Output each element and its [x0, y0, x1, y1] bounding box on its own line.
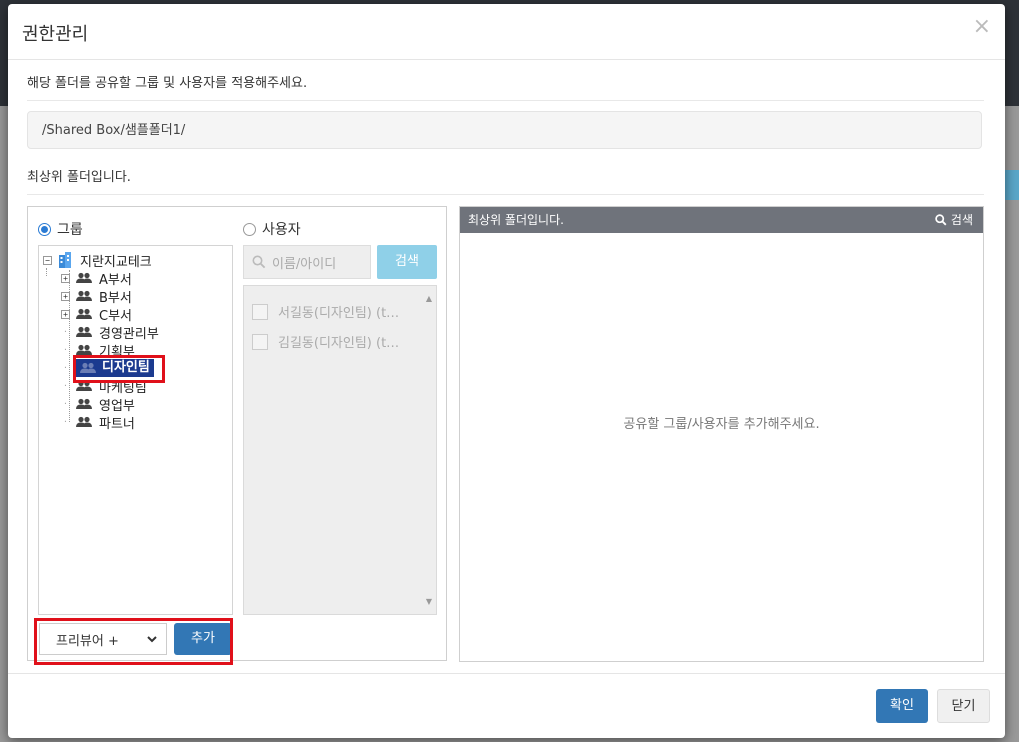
shared-list-panel: 최상위 폴더입니다. 검색 공유할 그룹/사용자를 추가해주세요. [459, 206, 984, 662]
tree-item-label: 경영관리부 [99, 326, 159, 342]
radio-group-option[interactable]: 그룹 [38, 219, 83, 239]
search-icon [252, 255, 266, 269]
highlight-add-controls [34, 618, 233, 665]
expand-icon[interactable]: + [61, 273, 70, 283]
dialog-instruction: 해당 폴더를 공유할 그룹 및 사용자를 적용해주세요. [27, 76, 308, 91]
close-button[interactable]: 닫기 [937, 689, 990, 723]
close-icon[interactable]: × [973, 14, 991, 39]
tree-item-label: A부서 [99, 272, 132, 288]
radio-user-option[interactable]: 사용자 [243, 219, 301, 239]
user-search-input[interactable]: 이름/아이디 [243, 245, 371, 279]
shared-list-header: 최상위 폴더입니다. 검색 [460, 207, 983, 233]
header-search-label: 검색 [950, 213, 973, 227]
tree-item[interactable]: + C부서 [61, 305, 132, 324]
user-label: 서길동(디자인팀) (t… [278, 306, 400, 321]
tree-item-label: 파트너 [99, 416, 135, 432]
radio-unselected-icon[interactable] [243, 222, 256, 236]
tree-item[interactable]: · 파트너 [61, 413, 135, 432]
top-folder-message: 최상위 폴더입니다. [27, 170, 131, 185]
shared-list-title: 최상위 폴더입니다. [468, 213, 564, 227]
tree-item-label: C부서 [99, 308, 132, 324]
users-icon [76, 272, 92, 283]
user-list: 서길동(디자인팀) (t… 김길동(디자인팀) (t… ▲ ▼ [243, 285, 437, 615]
users-icon [76, 416, 92, 427]
users-icon [76, 290, 92, 301]
dialog-title: 권한관리 [22, 24, 89, 45]
user-checkbox[interactable] [252, 333, 268, 350]
building-icon [59, 252, 71, 268]
divider [27, 194, 984, 195]
tree-item-label: 영업부 [99, 398, 135, 414]
user-search-button[interactable]: 검색 [377, 245, 437, 279]
empty-state-message: 공유할 그룹/사용자를 추가해주세요. [623, 417, 820, 432]
background-tab [1005, 170, 1019, 200]
expand-icon[interactable]: + [61, 309, 70, 319]
tree-item[interactable]: + B부서 [61, 287, 132, 306]
selection-panel: 그룹 사용자 − 지란지교테크 + A부서 + B부서 + C부서 · 경영관리… [27, 206, 447, 665]
scroll-up-icon[interactable]: ▲ [426, 294, 432, 303]
scroll-down-icon[interactable]: ▼ [426, 597, 432, 606]
tree-item[interactable]: · 영업부 [61, 395, 135, 414]
tree-item-selected[interactable]: · 디자인팀 [61, 359, 154, 377]
tree-item[interactable]: · 경영관리부 [61, 323, 159, 342]
expand-icon[interactable]: + [61, 291, 70, 301]
tree-root-label: 지란지교테크 [80, 254, 152, 270]
dialog-header: 권한관리 × [8, 4, 1005, 60]
tree-item-label: 디자인팀 [102, 360, 150, 375]
radio-user-label: 사용자 [262, 222, 301, 238]
group-tree: − 지란지교테크 + A부서 + B부서 + C부서 · 경영관리부 · 기획부… [38, 245, 233, 615]
user-checkbox[interactable] [252, 303, 268, 320]
users-icon [80, 362, 96, 373]
selected-node[interactable]: 디자인팀 [76, 359, 154, 377]
footer-divider [8, 673, 1005, 674]
search-icon [935, 214, 947, 226]
permission-dialog: 권한관리 × 해당 폴더를 공유할 그룹 및 사용자를 적용해주세요. /Sha… [8, 4, 1005, 738]
tree-item[interactable]: + A부서 [61, 269, 132, 288]
users-icon [76, 308, 92, 319]
users-icon [76, 326, 92, 337]
tree-root[interactable]: − 지란지교테크 [43, 251, 152, 270]
confirm-button[interactable]: 확인 [876, 689, 928, 723]
radio-selected-icon[interactable] [38, 222, 51, 236]
radio-group-label: 그룹 [57, 222, 83, 238]
user-list-item[interactable]: 서길동(디자인팀) (t… [252, 302, 399, 321]
header-search-button[interactable]: 검색 [935, 207, 973, 233]
users-icon [76, 398, 92, 409]
user-list-item[interactable]: 김길동(디자인팀) (t… [252, 332, 399, 351]
user-label: 김길동(디자인팀) (t… [278, 336, 400, 351]
divider [27, 100, 984, 101]
collapse-icon[interactable]: − [43, 255, 52, 265]
folder-path: /Shared Box/샘플폴더1/ [27, 111, 982, 149]
tree-item-label: B부서 [99, 290, 132, 306]
search-placeholder: 이름/아이디 [272, 256, 337, 272]
